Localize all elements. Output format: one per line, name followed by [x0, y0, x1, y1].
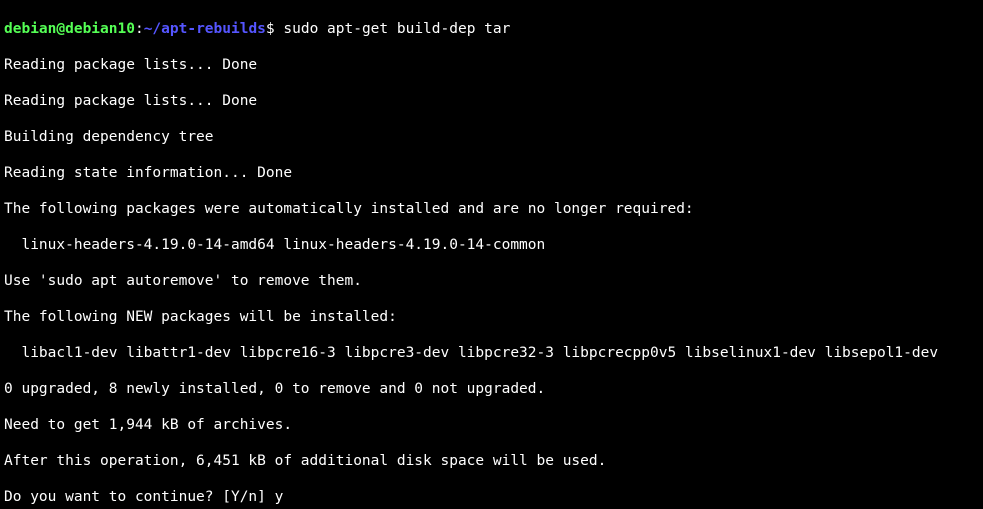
output-line: The following NEW packages will be insta… [4, 308, 979, 326]
prompt-dollar: $ [266, 21, 283, 37]
output-line: linux-headers-4.19.0-14-amd64 linux-head… [4, 236, 979, 254]
output-line: Need to get 1,944 kB of archives. [4, 416, 979, 434]
output-line: After this operation, 6,451 kB of additi… [4, 452, 979, 470]
prompt-colon: : [135, 21, 144, 37]
output-line: Do you want to continue? [Y/n] y [4, 488, 979, 506]
output-line: libacl1-dev libattr1-dev libpcre16-3 lib… [4, 344, 979, 362]
output-line: Use 'sudo apt autoremove' to remove them… [4, 272, 979, 290]
output-line: 0 upgraded, 8 newly installed, 0 to remo… [4, 380, 979, 398]
output-line: Building dependency tree [4, 128, 979, 146]
output-line: Reading state information... Done [4, 164, 979, 182]
prompt-user-host: debian@debian10 [4, 21, 135, 37]
output-line: Reading package lists... Done [4, 92, 979, 110]
prompt-line: debian@debian10:~/apt-rebuilds$ sudo apt… [4, 20, 979, 38]
prompt-path: ~/apt-rebuilds [144, 21, 266, 37]
terminal-window[interactable]: debian@debian10:~/apt-rebuilds$ sudo apt… [0, 0, 983, 509]
output-line: Reading package lists... Done [4, 56, 979, 74]
output-line: The following packages were automaticall… [4, 200, 979, 218]
command-text: sudo apt-get build-dep tar [283, 21, 510, 37]
